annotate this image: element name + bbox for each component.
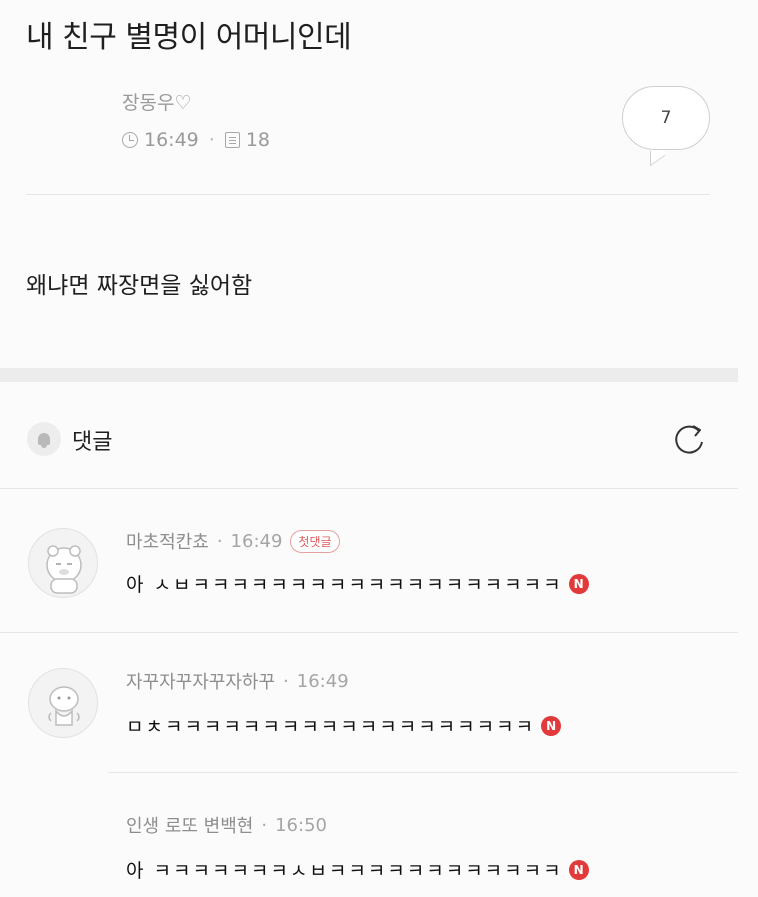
divider: [0, 632, 738, 633]
comment-time: 16:49: [230, 530, 283, 552]
meta-separator: ·: [208, 129, 215, 151]
post-time: 16:49: [144, 129, 199, 151]
comment-text: ㅁㅊㅋㅋㅋㅋㅋㅋㅋㅋㅋㅋㅋㅋㅋㅋㅋㅋㅋㅋㅋ N: [126, 712, 562, 739]
comment-meta: 마초적칸쵸 · 16:49 첫댓글: [126, 528, 340, 554]
views-icon: [224, 132, 240, 148]
comment-body: ㅁㅊㅋㅋㅋㅋㅋㅋㅋㅋㅋㅋㅋㅋㅋㅋㅋㅋㅋㅋㅋ: [126, 716, 536, 738]
section-separator: [0, 368, 738, 382]
comment-body: 아 ㅋㅋㅋㅋㅋㅋㅋㅅㅂㅋㅋㅋㅋㅋㅋㅋㅋㅋㅋㅋㅋ: [126, 860, 563, 882]
avatar[interactable]: [28, 528, 98, 598]
comment-time: 16:50: [275, 814, 327, 836]
post-views: 18: [245, 129, 270, 151]
post-title: 내 친구 별명이 어머니인데: [26, 20, 352, 55]
first-comment-badge: 첫댓글: [290, 529, 340, 553]
comment-author[interactable]: 인생 로또 변백현: [126, 812, 253, 838]
meta-separator: ·: [283, 670, 289, 692]
bell-icon[interactable]: [27, 422, 61, 456]
comment-author[interactable]: 자꾸자꾸자꾸자하꾸: [126, 668, 275, 694]
divider: [0, 488, 738, 489]
post-body: 왜냐면 짜장면을 싫어함: [26, 273, 253, 299]
post-author[interactable]: 장동우♡: [122, 88, 191, 115]
character-avatar-icon: [46, 545, 82, 594]
comment-text: 아 ㅅㅂㅋㅋㅋㅋㅋㅋㅋㅋㅋㅋㅋㅋㅋㅋㅋㅋㅋㅋㅋ N: [126, 570, 589, 597]
comment-meta: 인생 로또 변백현 · 16:50: [126, 812, 327, 838]
comment-meta: 자꾸자꾸자꾸자하꾸 · 16:49: [126, 668, 349, 694]
meta-separator: ·: [216, 530, 223, 552]
divider: [26, 194, 710, 195]
new-icon: N: [568, 573, 589, 594]
comment-count-button[interactable]: 7: [622, 86, 710, 150]
comment-time: 16:49: [296, 670, 349, 692]
character-avatar-icon: [48, 686, 80, 726]
comment-text: 아 ㅋㅋㅋㅋㅋㅋㅋㅅㅂㅋㅋㅋㅋㅋㅋㅋㅋㅋㅋㅋㅋ N: [126, 856, 589, 883]
avatar[interactable]: [28, 668, 98, 738]
new-icon: N: [541, 715, 562, 736]
comment-body: 아 ㅅㅂㅋㅋㅋㅋㅋㅋㅋㅋㅋㅋㅋㅋㅋㅋㅋㅋㅋㅋㅋ: [126, 574, 563, 596]
meta-separator: ·: [261, 814, 268, 836]
comments-label: 댓글: [72, 430, 113, 455]
new-icon: N: [568, 859, 589, 880]
clock-icon: [122, 132, 138, 148]
comment-count: 7: [660, 108, 672, 128]
comment-author[interactable]: 마초적칸쵸: [126, 528, 209, 554]
post-meta: 16:49 · 18: [122, 129, 270, 151]
divider: [108, 772, 738, 773]
refresh-icon[interactable]: [670, 420, 708, 458]
